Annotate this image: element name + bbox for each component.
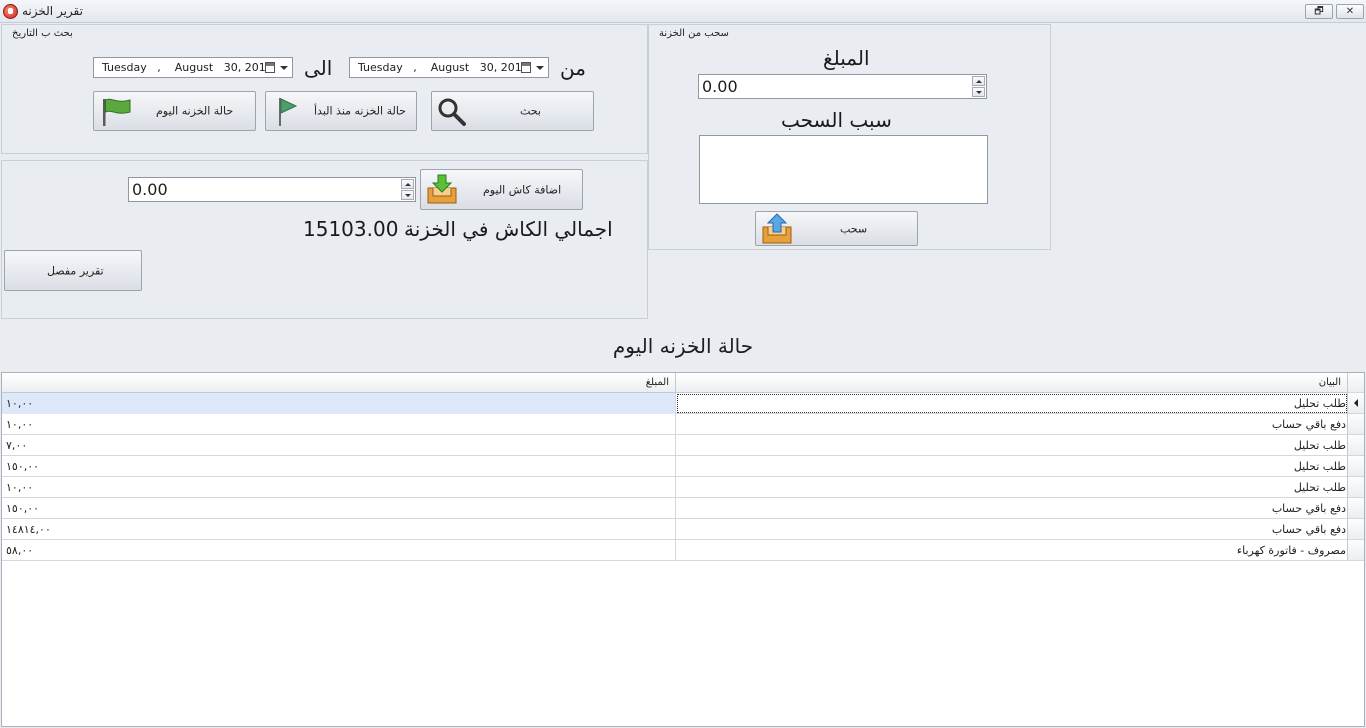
row-header[interactable] <box>1347 540 1364 561</box>
description-cell[interactable]: طلب تحليل <box>676 393 1348 414</box>
current-row-indicator[interactable] <box>1347 393 1364 414</box>
table-row[interactable]: ١٠,٠٠ طلب تحليل <box>2 393 1348 414</box>
date-search-group: بحث ب التاريخ Tuesday , August 30, 2016 … <box>1 24 648 154</box>
table-row[interactable]: ٥٨,٠٠ مصروف - فاتورة كهرباء <box>2 540 1348 561</box>
row-header[interactable] <box>1347 498 1364 519</box>
grid-title: حالة الخزنه اليوم <box>612 334 754 358</box>
green-flag-icon <box>279 98 298 126</box>
amount-cell[interactable]: ١٥٠,٠٠ <box>2 456 676 477</box>
spin-down-icon[interactable] <box>401 190 414 200</box>
row-header[interactable] <box>1347 435 1364 456</box>
total-cash-value: 15103.00 <box>303 217 399 241</box>
description-cell[interactable]: دفع باقي حساب <box>676 414 1348 435</box>
table-row[interactable]: ١٥٠,٠٠ طلب تحليل <box>2 456 1348 477</box>
since-start-status-button[interactable]: حالة الخزنه منذ البدأ <box>265 91 417 131</box>
detailed-report-label: تقرير مفصل <box>47 264 104 277</box>
table-row[interactable]: ٧,٠٠ طلب تحليل <box>2 435 1348 456</box>
add-cash-button[interactable]: اضافة كاش اليوم <box>420 169 583 210</box>
search-label: بحث <box>520 104 541 118</box>
table-row[interactable]: ١٥٠,٠٠ دفع باقي حساب <box>2 498 1348 519</box>
spin-up-icon[interactable] <box>401 179 414 189</box>
detailed-report-button[interactable]: تقرير مفصل <box>4 250 142 291</box>
close-button[interactable]: ✕ <box>1336 4 1364 19</box>
row-header[interactable] <box>1347 414 1364 435</box>
magnifier-icon <box>438 98 466 126</box>
amount-cell[interactable]: ١٠,٠٠ <box>2 393 676 414</box>
description-cell[interactable]: طلب تحليل <box>676 435 1348 456</box>
description-cell[interactable]: طلب تحليل <box>676 456 1348 477</box>
cash-group: 0.00 اضافة كاش اليوم اجمالي الكاش في الخ… <box>1 160 648 319</box>
amount-cell[interactable]: ٧,٠٠ <box>2 435 676 456</box>
title-bar: تقرير الخزنه 🗗 ✕ <box>0 0 1366 23</box>
tray-up-arrow-icon <box>762 213 792 244</box>
add-cash-label: اضافة كاش اليوم <box>483 183 562 196</box>
amount-cell[interactable]: ١٤٨١٤,٠٠ <box>2 519 676 540</box>
column-header-description[interactable]: البيان <box>676 373 1348 393</box>
withdraw-amount-value: 0.00 <box>702 77 738 96</box>
date-search-group-title: بحث ب التاريخ <box>12 28 73 39</box>
app-icon <box>3 4 18 19</box>
green-flag-icon <box>103 98 131 126</box>
withdraw-button[interactable]: سحب <box>755 211 918 246</box>
chevron-down-icon[interactable] <box>536 66 544 70</box>
spin-down-icon[interactable] <box>972 87 985 97</box>
amount-label: المبلغ <box>823 46 870 70</box>
description-cell[interactable]: طلب تحليل <box>676 477 1348 498</box>
grid-header: المبلغ البيان <box>2 373 1348 393</box>
description-cell[interactable]: دفع باقي حساب <box>676 519 1348 540</box>
amount-cell[interactable]: ١٠,٠٠ <box>2 414 676 435</box>
description-cell[interactable]: دفع باقي حساب <box>676 498 1348 519</box>
withdraw-amount-input[interactable]: 0.00 <box>698 74 987 99</box>
row-header[interactable] <box>1347 519 1364 540</box>
to-date-value: Tuesday , August 30, 2016 <box>102 61 273 74</box>
from-label: من <box>560 56 586 80</box>
row-header-corner <box>1347 373 1364 393</box>
to-label: الى <box>304 56 333 80</box>
add-cash-amount-input[interactable]: 0.00 <box>128 177 416 202</box>
today-status-button[interactable]: حالة الخزنه اليوم <box>93 91 256 131</box>
search-button[interactable]: بحث <box>431 91 594 131</box>
withdraw-group-title: سحب من الخزنة <box>659 28 729 39</box>
tray-down-arrow-icon <box>427 174 457 204</box>
amount-cell[interactable]: ١٥٠,٠٠ <box>2 498 676 519</box>
total-cash-label: اجمالي الكاش في الخزنة <box>404 217 613 241</box>
withdraw-label: سحب <box>840 222 868 235</box>
table-row[interactable]: ١٠,٠٠ دفع باقي حساب <box>2 414 1348 435</box>
description-cell[interactable]: مصروف - فاتورة كهرباء <box>676 540 1348 561</box>
calendar-icon[interactable] <box>265 62 275 73</box>
spin-up-icon[interactable] <box>972 76 985 86</box>
add-cash-amount-value: 0.00 <box>132 180 168 199</box>
withdraw-reason-label: سبب السحب <box>781 108 892 132</box>
column-header-amount[interactable]: المبلغ <box>2 373 676 393</box>
from-date-picker[interactable]: Tuesday , August 30, 2016 <box>349 57 549 78</box>
withdraw-group: سحب من الخزنة المبلغ 0.00 سبب السحب سحب <box>648 24 1051 250</box>
window-title: تقرير الخزنه <box>22 4 83 18</box>
calendar-icon[interactable] <box>521 62 531 73</box>
to-date-picker[interactable]: Tuesday , August 30, 2016 <box>93 57 293 78</box>
amount-cell[interactable]: ٥٨,٠٠ <box>2 540 676 561</box>
table-row[interactable]: ١٤٨١٤,٠٠ دفع باقي حساب <box>2 519 1348 540</box>
restore-button[interactable]: 🗗 <box>1305 4 1333 19</box>
chevron-down-icon[interactable] <box>280 66 288 70</box>
row-header[interactable] <box>1347 477 1364 498</box>
table-row[interactable]: ١٠,٠٠ طلب تحليل <box>2 477 1348 498</box>
since-start-status-label: حالة الخزنه منذ البدأ <box>314 104 406 118</box>
withdraw-reason-input[interactable] <box>699 135 988 204</box>
from-date-value: Tuesday , August 30, 2016 <box>358 61 529 74</box>
cash-status-grid[interactable]: المبلغ البيان ١٠,٠٠ طلب تحليل ١٠,٠٠ دفع باق… <box>1 372 1365 727</box>
row-header[interactable] <box>1347 456 1364 477</box>
today-status-label: حالة الخزنه اليوم <box>156 104 234 118</box>
amount-cell[interactable]: ١٠,٠٠ <box>2 477 676 498</box>
